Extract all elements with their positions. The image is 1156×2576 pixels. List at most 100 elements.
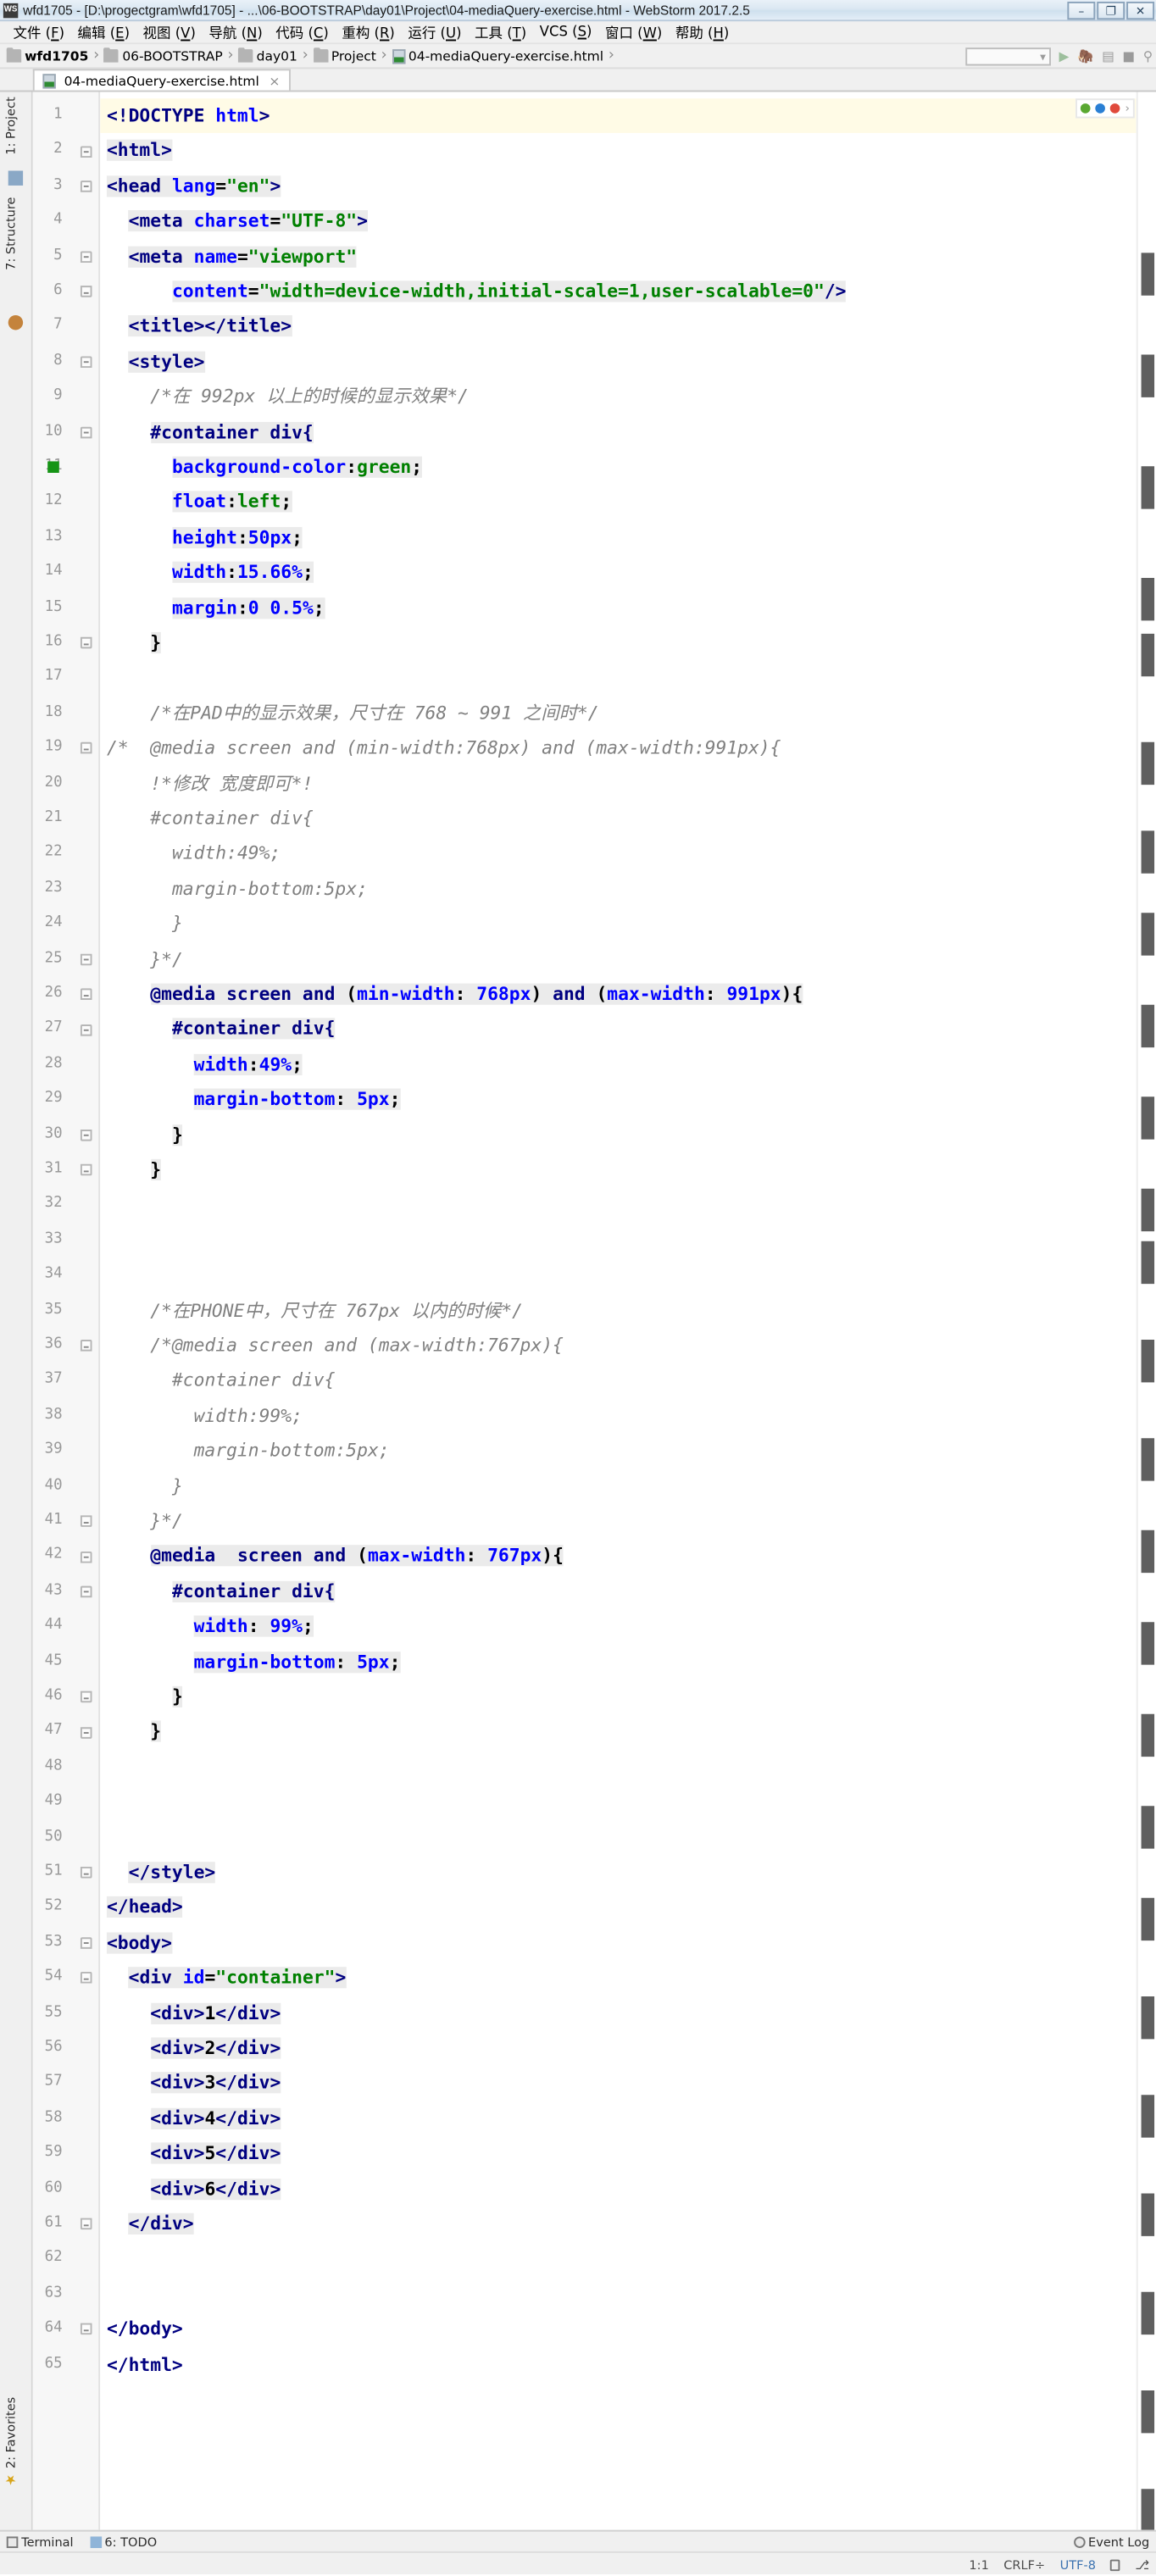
fold-toggle[interactable] <box>80 344 92 379</box>
fold-toggle[interactable] <box>80 169 92 203</box>
code-line[interactable] <box>100 2241 1137 2276</box>
breadcrumb-item-1[interactable]: 06-BOOTSTRAP <box>122 48 222 63</box>
fold-toggle[interactable] <box>80 1855 92 1890</box>
code-line[interactable]: /*@media screen and (max-width:767px){ <box>100 1328 1137 1363</box>
marker-stripe[interactable] <box>1141 2390 1155 2434</box>
code-line[interactable]: <div>4</div> <box>100 2101 1137 2136</box>
tool-window-terminal[interactable]: Terminal <box>6 2534 74 2549</box>
fold-toggle[interactable] <box>80 1574 92 1609</box>
code-line[interactable]: }*/ <box>100 941 1137 976</box>
menu-item-6[interactable]: 运行 (U) <box>402 22 469 42</box>
code-line[interactable]: #container div{ <box>100 1012 1137 1046</box>
editor-tab[interactable]: 04-mediaQuery-exercise.html × <box>32 69 291 91</box>
menu-item-2[interactable]: 视图 (V) <box>136 22 203 42</box>
code-line[interactable]: margin-bottom: 5px; <box>100 1082 1137 1117</box>
marker-stripe[interactable] <box>1141 253 1155 296</box>
fold-toggle[interactable] <box>80 1118 92 1152</box>
code-line[interactable]: <div>3</div> <box>100 2066 1137 2101</box>
search-icon[interactable]: ⚲ <box>1143 49 1153 64</box>
run-configuration-selector[interactable]: ▾ <box>965 47 1051 66</box>
file-encoding[interactable]: UTF-8 <box>1060 2557 1096 2572</box>
inspection-widget[interactable]: › <box>1075 98 1135 119</box>
code-line[interactable]: </html> <box>100 2347 1137 2382</box>
fold-toggle[interactable] <box>80 239 92 274</box>
code-line[interactable]: /*在PHONE中，尺寸在 767px 以内的时候*/ <box>100 1293 1137 1328</box>
code-line[interactable]: } <box>100 907 1137 941</box>
code-line[interactable] <box>100 1750 1137 1785</box>
code-line[interactable]: }*/ <box>100 1504 1137 1539</box>
fold-toggle[interactable] <box>80 1328 92 1363</box>
fold-toggle[interactable] <box>80 1679 92 1714</box>
restore-button[interactable]: ❐ <box>1097 1 1125 20</box>
code-line[interactable] <box>100 1785 1137 1819</box>
stop-icon[interactable]: ■ <box>1122 49 1135 64</box>
fold-toggle[interactable] <box>80 275 92 309</box>
code-line[interactable]: #container div{ <box>100 1574 1137 1609</box>
code-line[interactable]: #container div{ <box>100 1363 1137 1398</box>
minimize-button[interactable]: – <box>1067 1 1096 20</box>
breadcrumb-item-3[interactable]: Project <box>331 48 376 63</box>
code-line[interactable]: width:49%; <box>100 836 1137 871</box>
code-line[interactable]: } <box>100 1468 1137 1503</box>
code-line[interactable]: width:15.66%; <box>100 555 1137 590</box>
menu-item-8[interactable]: VCS (S) <box>533 24 598 40</box>
marker-stripe[interactable] <box>1141 1438 1155 1481</box>
event-log-button[interactable]: Event Log <box>1073 2535 1149 2550</box>
editor[interactable]: 1234567891011121314151617181920212223242… <box>32 92 1156 2530</box>
chevron-right-icon[interactable]: › <box>1125 102 1130 115</box>
code-line[interactable]: <meta name="viewport" <box>100 239 1137 274</box>
code-line[interactable]: /* @media screen and (min-width:768px) a… <box>100 731 1137 766</box>
breadcrumb-item-4[interactable]: 04-mediaQuery-exercise.html <box>408 48 603 63</box>
code-line[interactable]: <!DOCTYPE html> <box>100 98 1137 134</box>
marker-stripe[interactable] <box>1141 2095 1155 2138</box>
code-line[interactable]: <html> <box>100 134 1137 169</box>
code-line[interactable]: <style> <box>100 344 1137 379</box>
code-line[interactable]: !*修改 宽度即可*! <box>100 766 1137 801</box>
marker-stripe[interactable] <box>1141 2291 1155 2335</box>
marker-stripe[interactable] <box>1141 2193 1155 2236</box>
fold-toggle[interactable] <box>80 977 92 1012</box>
code-line[interactable]: </div> <box>100 2207 1137 2241</box>
lock-icon[interactable] <box>1110 2558 1121 2571</box>
fold-toggle[interactable] <box>80 1152 92 1187</box>
marker-stripe[interactable] <box>1141 2489 1155 2530</box>
code-line[interactable]: /*在 992px 以上的时候的显示效果*/ <box>100 380 1137 414</box>
fold-toggle[interactable] <box>80 1961 92 1996</box>
marker-stripe[interactable] <box>1141 1806 1155 1849</box>
close-button[interactable]: ✕ <box>1126 1 1155 20</box>
code-line[interactable]: } <box>100 1679 1137 1714</box>
menu-item-3[interactable]: 导航 (N) <box>203 22 270 42</box>
editor-gutter[interactable]: 1234567891011121314151617181920212223242… <box>32 92 101 2530</box>
code-line[interactable] <box>100 2277 1137 2312</box>
code-line[interactable]: height:50px; <box>100 520 1137 555</box>
code-line[interactable] <box>100 661 1137 696</box>
code-line[interactable]: margin-bottom: 5px; <box>100 1645 1137 1679</box>
fold-toggle[interactable] <box>80 134 92 169</box>
code-line[interactable]: } <box>100 1118 1137 1152</box>
run-icon[interactable]: ▶ <box>1059 49 1069 64</box>
line-separator[interactable]: CRLF÷ <box>1003 2557 1045 2572</box>
fold-toggle[interactable] <box>80 1539 92 1574</box>
fold-toggle[interactable] <box>80 2207 92 2241</box>
menu-item-1[interactable]: 编辑 (E) <box>71 22 136 42</box>
code-line[interactable]: content="width=device-width,initial-scal… <box>100 275 1137 309</box>
marker-stripe[interactable] <box>1141 578 1155 621</box>
marker-stripe[interactable] <box>1141 1340 1155 1383</box>
sidebar-item-favorites[interactable]: ★ 2: Favorites <box>3 2397 18 2487</box>
breadcrumb-item-2[interactable]: day01 <box>257 48 297 63</box>
menu-item-9[interactable]: 窗口 (W) <box>598 22 669 42</box>
tool-window-todo[interactable]: 6: TODO <box>89 2534 157 2549</box>
marker-stripe[interactable] <box>1141 830 1155 874</box>
code-line[interactable]: @media screen and (max-width: 767px){ <box>100 1539 1137 1574</box>
code-line[interactable]: margin-bottom:5px; <box>100 1434 1137 1468</box>
menu-item-5[interactable]: 重构 (R) <box>336 22 402 42</box>
fold-toggle[interactable] <box>80 414 92 449</box>
code-line[interactable]: <div>2</div> <box>100 2031 1137 2066</box>
code-line[interactable]: </body> <box>100 2312 1137 2346</box>
code-line[interactable]: width:99%; <box>100 1398 1137 1433</box>
code-line[interactable]: <body> <box>100 1925 1137 1960</box>
fold-toggle[interactable] <box>80 941 92 976</box>
fold-toggle[interactable] <box>80 1925 92 1960</box>
fold-toggle[interactable] <box>80 1715 92 1750</box>
menu-item-10[interactable]: 帮助 (H) <box>669 22 736 42</box>
